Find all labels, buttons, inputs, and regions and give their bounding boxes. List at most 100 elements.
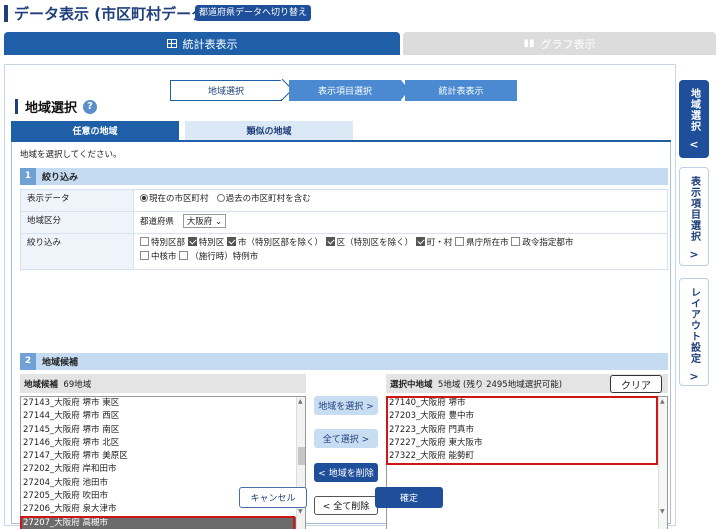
side-tab-item-select-label: 表示項目選択	[688, 176, 700, 242]
select-all-button[interactable]: 全て選択 >	[314, 429, 378, 448]
list-item[interactable]: 27202_大阪府 岸和田市	[21, 463, 305, 476]
list-item[interactable]: 27143_大阪府 堺市 東区	[21, 397, 305, 410]
tab-graph-view-label: グラフ表示	[540, 37, 596, 51]
title-bar-decoration	[4, 5, 8, 22]
checkbox-special-city-label: （施行時）特例市	[190, 252, 259, 262]
tab-similar-region[interactable]: 類似の地域	[185, 121, 353, 140]
scroll-thumb[interactable]	[298, 447, 305, 465]
list-item[interactable]: 27145_大阪府 堺市 南区	[21, 424, 305, 437]
selected-list-title: 選択中地域	[390, 379, 433, 390]
checkbox-special-city[interactable]	[179, 251, 189, 260]
clear-button[interactable]: クリア	[610, 375, 662, 393]
remaining-count: (残り 2495地域選択可能)	[463, 379, 563, 390]
scroll-up-icon[interactable]: ▲	[660, 398, 665, 405]
narrow-label: 絞り込み	[20, 233, 134, 270]
checkbox-tokubetsu-kubu-label: 特別区部	[151, 238, 186, 248]
checkbox-city[interactable]	[226, 237, 236, 246]
candidate-list-title: 地域候補	[24, 379, 59, 390]
cancel-button[interactable]: キャンセル	[239, 487, 307, 508]
section-bar-decoration	[15, 99, 18, 114]
side-tab-region-select-label: 地域選択	[688, 88, 700, 132]
tab-table-view[interactable]: 統計表表示	[4, 32, 400, 55]
checkbox-core-city-label: 中核市	[151, 252, 177, 262]
section-title-text: 地域選択	[25, 101, 78, 116]
table-icon	[166, 39, 177, 48]
list-item[interactable]: 27146_大阪府 堺市 北区	[21, 437, 305, 450]
step-table-view[interactable]: 統計表表示	[405, 80, 517, 101]
checkbox-tokubetsu-ku-label: 特別区	[198, 238, 225, 248]
help-icon[interactable]: ?	[83, 99, 98, 114]
list-item[interactable]: 27144_大阪府 堺市 西区	[21, 410, 305, 423]
candidates-band: 2 地域候補	[20, 353, 668, 370]
checkbox-city-label: 市（特別区部を除く）	[237, 238, 323, 248]
instruction-text: 地域を選択してください。	[20, 150, 122, 160]
display-data-options: 現在の市区町村 過去の市区町村を含む	[133, 189, 668, 212]
candidates-band-number: 2	[20, 353, 36, 370]
main-panel: 地域選択 表示項目選択 統計表表示 地域選択 ? 任意の地域 類似の地域 地域を…	[4, 64, 676, 529]
checkbox-capital-label: 県庁所在市	[466, 238, 509, 248]
chevron-right-icon: >	[689, 370, 699, 383]
chevron-right-icon: >	[689, 248, 699, 261]
candidate-list-scrollbar[interactable]: ▲ ▼	[296, 397, 305, 529]
highlight-selected-candidate	[20, 516, 295, 529]
candidate-list[interactable]: 27143_大阪府 堺市 東区 27144_大阪府 堺市 西区 27145_大阪…	[20, 396, 306, 529]
side-tab-item-select[interactable]: 表示項目選択 >	[679, 167, 709, 266]
selected-count: 5地域	[437, 379, 461, 390]
region-type-options: 都道府県 大阪府 ⌄	[133, 211, 668, 234]
scroll-down-icon[interactable]: ▼	[298, 508, 303, 515]
radio-current[interactable]	[140, 194, 148, 202]
filter-band-number: 1	[20, 168, 36, 185]
region-type-label: 地域区分	[20, 211, 134, 234]
prefecture-select[interactable]: 大阪府 ⌄	[182, 214, 227, 228]
section-title: 地域選択 ?	[15, 97, 98, 116]
candidate-count: 69地域	[63, 379, 92, 390]
side-tab-layout-label: レイアウト設定	[688, 287, 700, 364]
bar-chart-icon: ▮▮	[523, 38, 535, 49]
side-tab-region-select[interactable]: 地域選択 <	[679, 80, 709, 158]
display-data-label: 表示データ	[20, 189, 134, 212]
checkbox-town-village[interactable]	[415, 237, 425, 246]
scroll-down-icon[interactable]: ▼	[660, 508, 665, 515]
select-region-button[interactable]: 地域を選択 >	[314, 396, 378, 415]
radio-current-label: 現在の市区町村	[149, 194, 209, 204]
tab-arbitrary-region[interactable]: 任意の地域	[11, 121, 179, 140]
filter-band-title: 絞り込み	[42, 173, 79, 183]
step-item-select[interactable]: 表示項目選択	[289, 80, 409, 101]
checkbox-designated-city-label: 政令指定都市	[522, 238, 574, 248]
selected-list-scrollbar[interactable]: ▲ ▼	[658, 397, 667, 529]
radio-past-label: 過去の市区町村を含む	[225, 194, 311, 204]
checkbox-town-village-label: 町・村	[426, 238, 453, 248]
page-title: データ表示 (市区町村データ)	[4, 3, 213, 24]
delete-all-button[interactable]: < 全て削除	[314, 496, 378, 515]
radio-past[interactable]	[216, 194, 225, 202]
side-tab-layout[interactable]: レイアウト設定 >	[679, 278, 709, 386]
step-region-select[interactable]: 地域選択	[170, 80, 282, 101]
prefecture-label: 都道府県	[140, 217, 175, 227]
tab-table-view-label: 統計表表示	[182, 37, 238, 51]
chevron-left-icon: <	[689, 138, 699, 151]
narrow-options: 特別区部 特別区 市（特別区部を除く） 区（特別区を除く） 町・村 県庁所在市 …	[133, 233, 668, 270]
confirm-button[interactable]: 確定	[375, 487, 443, 508]
checkbox-tokubetsu-ku[interactable]	[187, 237, 197, 246]
scroll-up-icon[interactable]: ▲	[298, 398, 303, 405]
list-item[interactable]: 27147_大阪府 堺市 美原区	[21, 450, 305, 463]
highlight-selected-regions	[386, 396, 658, 465]
switch-prefecture-button[interactable]: 都道府県データへ切り替え	[195, 5, 312, 21]
checkbox-tokubetsu-kubu[interactable]	[140, 237, 149, 246]
region-select-panel: 地域を選択してください。 1 絞り込み 表示データ 現在の市区町村 過去の市区町…	[11, 142, 671, 529]
delete-region-button[interactable]: < 地域を削除	[314, 463, 378, 482]
prefecture-select-value: 大阪府	[186, 217, 213, 227]
filter-band: 1 絞り込み	[20, 168, 668, 185]
checkbox-core-city[interactable]	[140, 251, 149, 260]
candidate-list-header: 地域候補 69地域	[20, 374, 306, 393]
chevron-down-icon: ⌄	[214, 217, 223, 227]
checkbox-designated-city[interactable]	[511, 237, 521, 246]
checkbox-ward[interactable]	[325, 237, 335, 246]
tab-graph-view[interactable]: ▮▮ グラフ表示	[403, 32, 716, 55]
checkbox-capital[interactable]	[455, 237, 465, 246]
candidates-band-title: 地域候補	[42, 358, 79, 368]
header: データ表示 (市区町村データ) 都道府県データへ切り替え	[0, 0, 716, 28]
filter-table: 表示データ 現在の市区町村 過去の市区町村を含む 地域区分 都道府県 大阪府 ⌄…	[20, 189, 668, 270]
page-title-text: データ表示 (市区町村データ)	[14, 5, 213, 23]
checkbox-ward-label: 区（特別区を除く）	[336, 238, 414, 248]
